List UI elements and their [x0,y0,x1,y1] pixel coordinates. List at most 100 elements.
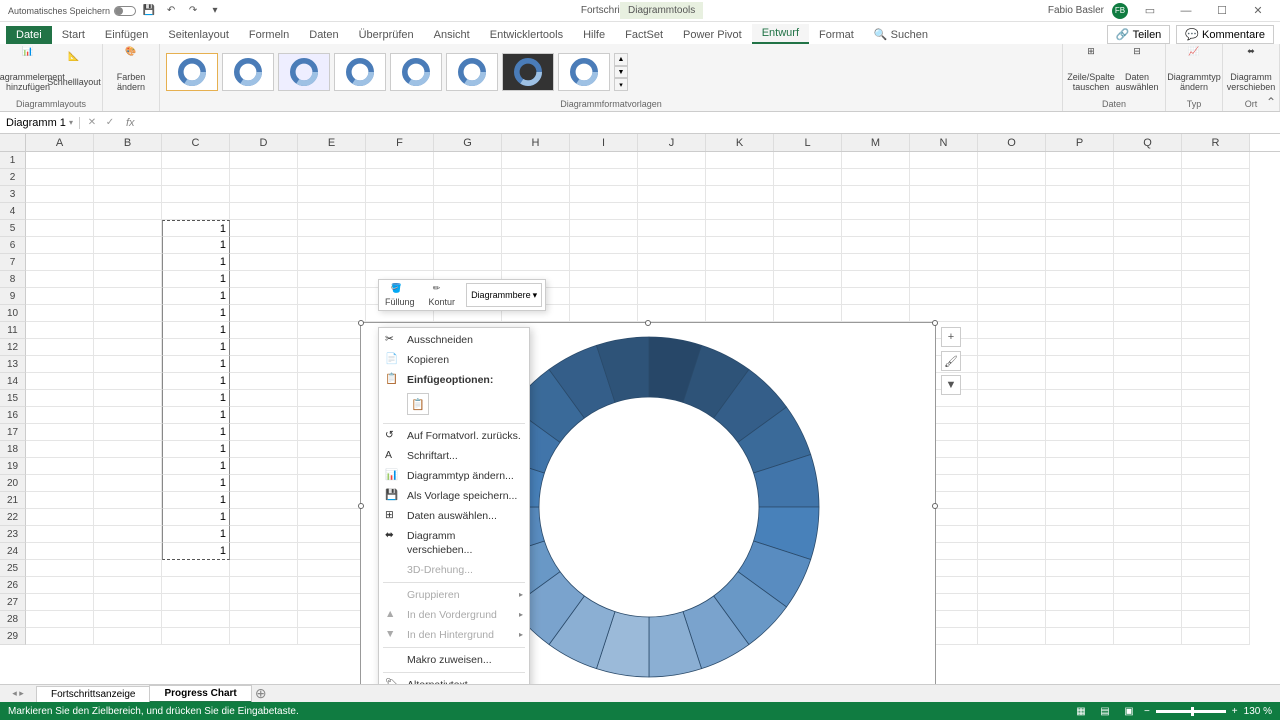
cell[interactable] [94,373,162,390]
cell[interactable] [94,458,162,475]
quick-layout-button[interactable]: 📐Schnelllayout [52,46,96,94]
cell[interactable] [1114,458,1182,475]
chart-elements-icon[interactable]: + [941,327,961,347]
cell[interactable] [1114,390,1182,407]
cell[interactable] [1046,492,1114,509]
cell[interactable]: 1 [162,424,230,441]
row-header[interactable]: 4 [0,203,26,220]
cell[interactable] [230,169,298,186]
cell[interactable] [1114,339,1182,356]
row-header[interactable]: 11 [0,322,26,339]
cell[interactable] [94,152,162,169]
cell[interactable] [1046,509,1114,526]
cell[interactable] [230,322,298,339]
row-header[interactable]: 15 [0,390,26,407]
cell[interactable] [1114,254,1182,271]
cell[interactable]: 1 [162,390,230,407]
cell[interactable] [978,475,1046,492]
cancel-icon[interactable]: ✕ [84,115,100,131]
cell[interactable] [94,169,162,186]
ribbon-options-icon[interactable]: ▭ [1136,1,1164,21]
cell[interactable] [1182,594,1250,611]
cell[interactable] [978,169,1046,186]
zoom-slider[interactable] [1156,710,1226,713]
cell[interactable] [1046,152,1114,169]
cell[interactable] [570,220,638,237]
cell[interactable] [26,169,94,186]
cell[interactable]: 1 [162,305,230,322]
chart-filter-icon[interactable]: ▼ [941,375,961,395]
row-header[interactable]: 13 [0,356,26,373]
cell[interactable] [94,560,162,577]
cell[interactable] [230,220,298,237]
row-header[interactable]: 26 [0,577,26,594]
cell[interactable] [1182,628,1250,645]
cell[interactable] [1182,237,1250,254]
cell[interactable] [842,186,910,203]
chart-style-thumb[interactable] [278,53,330,91]
cell[interactable] [434,186,502,203]
cell[interactable] [1114,220,1182,237]
cell[interactable] [1046,407,1114,424]
cell[interactable] [298,203,366,220]
cell[interactable] [230,492,298,509]
cell[interactable] [26,152,94,169]
cell[interactable] [366,203,434,220]
cell[interactable] [1114,594,1182,611]
cell[interactable] [1046,458,1114,475]
cell[interactable] [1114,305,1182,322]
cell[interactable] [230,560,298,577]
cell[interactable] [1046,169,1114,186]
redo-icon[interactable]: ↷ [184,2,202,20]
cell[interactable] [298,322,366,339]
cell[interactable] [298,543,366,560]
cell[interactable] [1182,203,1250,220]
row-header[interactable]: 19 [0,458,26,475]
cell[interactable] [162,628,230,645]
cell[interactable] [162,577,230,594]
cell[interactable] [1114,186,1182,203]
cell[interactable] [842,220,910,237]
cell[interactable] [570,152,638,169]
cell[interactable] [26,475,94,492]
ctx-font[interactable]: ASchriftart... [379,446,529,466]
gallery-down-icon[interactable]: ▼ [614,66,628,79]
cell[interactable] [230,237,298,254]
cell[interactable] [26,424,94,441]
chart-style-thumb[interactable] [334,53,386,91]
cell[interactable] [366,237,434,254]
tab-format[interactable]: Format [809,26,864,44]
cell[interactable] [230,254,298,271]
cell[interactable] [230,339,298,356]
cell[interactable]: 1 [162,441,230,458]
cell[interactable] [1114,152,1182,169]
column-header[interactable]: G [434,134,502,151]
cell[interactable] [1114,543,1182,560]
cell[interactable] [910,220,978,237]
cell[interactable] [706,169,774,186]
cell[interactable] [1182,407,1250,424]
cell[interactable] [1114,492,1182,509]
formula-input[interactable] [139,112,1280,133]
cell[interactable] [298,492,366,509]
row-header[interactable]: 8 [0,271,26,288]
cell[interactable] [978,271,1046,288]
cell[interactable] [26,220,94,237]
save-icon[interactable]: 💾 [140,2,158,20]
cell[interactable] [298,305,366,322]
cell[interactable] [1046,288,1114,305]
cell[interactable] [502,186,570,203]
maximize-icon[interactable]: ☐ [1208,1,1236,21]
cell[interactable] [978,152,1046,169]
cell[interactable] [638,203,706,220]
fx-icon[interactable]: fx [122,117,139,129]
cell[interactable] [1046,203,1114,220]
cell[interactable] [230,611,298,628]
cell[interactable] [94,322,162,339]
cell[interactable] [230,288,298,305]
cell[interactable] [94,628,162,645]
comments-button[interactable]: 💬 Kommentare [1176,25,1274,44]
cell[interactable] [434,220,502,237]
cell[interactable] [298,356,366,373]
tab-seitenlayout[interactable]: Seitenlayout [158,26,239,44]
